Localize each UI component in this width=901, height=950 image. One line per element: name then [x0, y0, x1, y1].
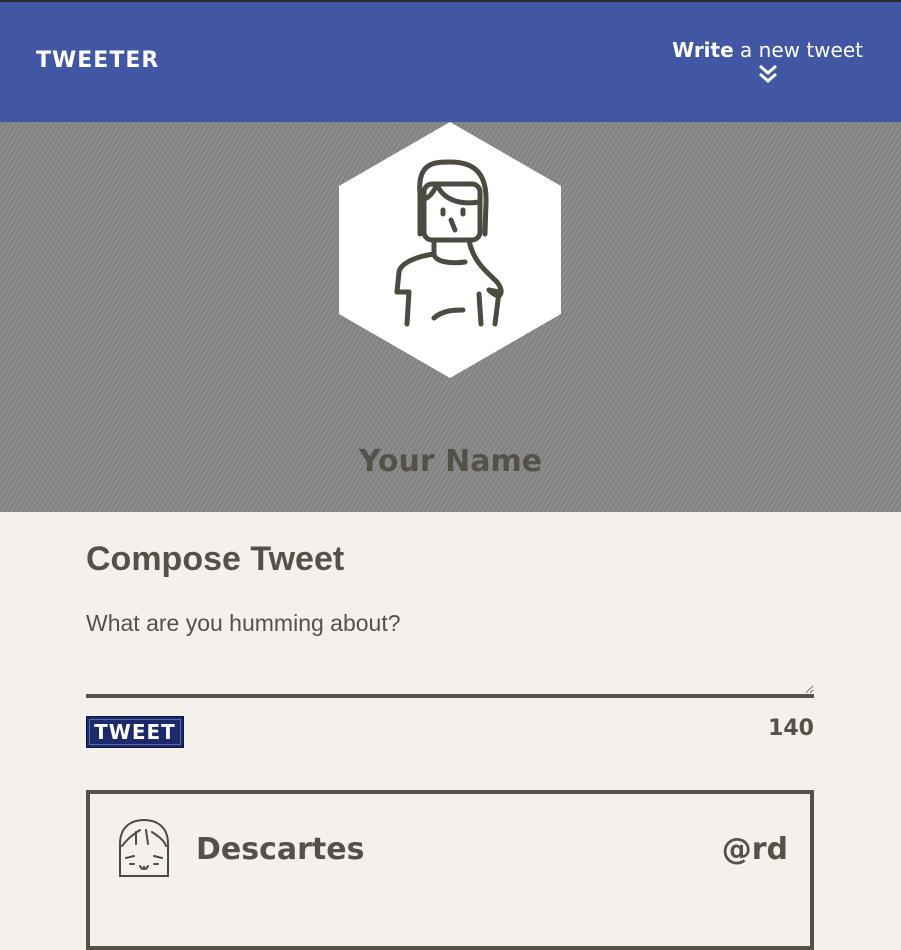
girl-avatar-icon — [119, 818, 169, 877]
tweet-author-handle: @rd — [721, 832, 788, 867]
double-chevron-down-icon — [758, 64, 777, 83]
character-counter: 140 — [768, 716, 814, 741]
profile-avatar — [339, 122, 561, 378]
tweet-button[interactable]: TWEET — [86, 716, 184, 748]
compose-toggle-button[interactable]: Write a new tweet — [672, 38, 863, 84]
compose-toggle-strong: Write — [672, 38, 734, 62]
compose-heading: Compose Tweet — [86, 540, 345, 578]
tweet-textarea[interactable] — [86, 610, 814, 698]
top-nav: TWEETER Write a new tweet — [0, 2, 901, 122]
tweet-author-name: Descartes — [196, 832, 365, 867]
compose-section: Compose Tweet TWEET 140 — [86, 540, 814, 748]
profile-name: Your Name — [358, 444, 543, 479]
brand-logo[interactable]: TWEETER — [36, 48, 159, 73]
profile-header: Your Name — [0, 122, 901, 512]
tweet-card: Descartes @rd — [86, 790, 814, 950]
compose-toggle-label: a new tweet — [733, 38, 863, 62]
